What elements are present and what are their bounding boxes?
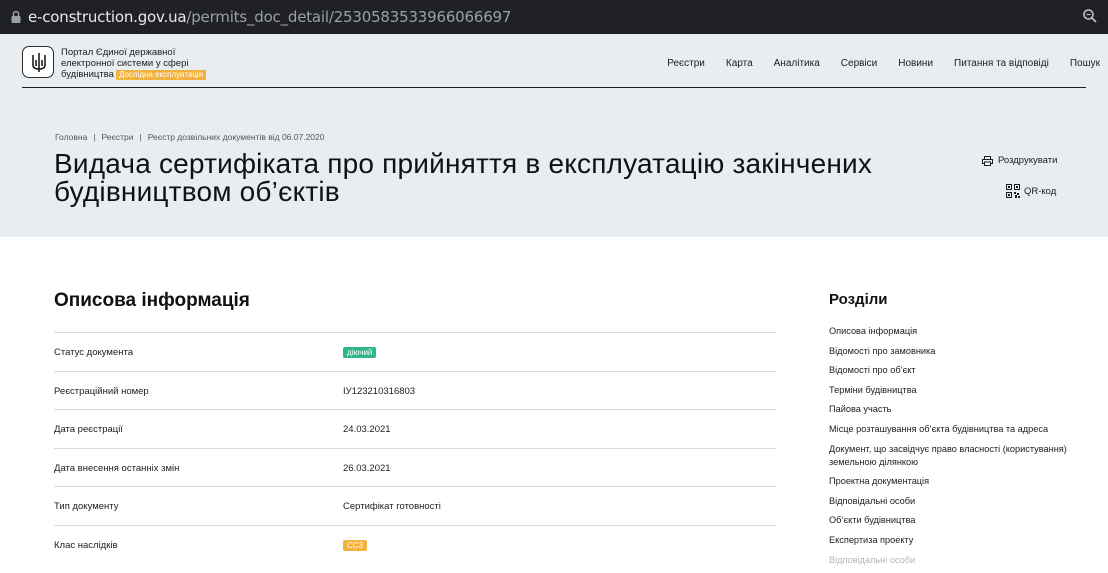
- row-value: СС3: [343, 539, 368, 551]
- portal-line-1: Портал Єдиної державної: [61, 47, 176, 58]
- breadcrumb: Головна | Реєстри | Реєстр дозвільних докуме…: [55, 132, 325, 142]
- toc-item[interactable]: Відповідальні особи: [829, 554, 1074, 567]
- class-badge: СС3: [343, 539, 368, 551]
- qr-code-label: QR-код: [1024, 185, 1057, 197]
- qr-code-button[interactable]: QR-код: [1006, 184, 1056, 198]
- table-row: Дата внесення останніх змін 26.03.2021: [54, 447, 776, 487]
- row-label: Статус документа: [54, 347, 133, 358]
- row-value: діючий: [343, 347, 377, 358]
- url-path: /permits_doc_detail/2530583533966066697: [186, 8, 512, 26]
- print-button[interactable]: Роздрукувати: [982, 155, 1057, 166]
- nav-search[interactable]: Пошук: [1070, 58, 1100, 69]
- nav-faq[interactable]: Питання та відповіді: [954, 58, 1049, 69]
- row-label: Клас наслідків: [54, 539, 118, 551]
- toc-item[interactable]: Описова інформація: [829, 325, 1074, 338]
- url-text[interactable]: e-construction.gov.ua/permits_doc_detail…: [28, 8, 511, 26]
- page-title: Видача сертифіката про прийняття в експл…: [54, 148, 873, 207]
- toc-item[interactable]: Відповідальні особи: [829, 495, 1074, 508]
- table-row: Статус документа діючий: [54, 332, 776, 371]
- row-label: Реєстраційний номер: [54, 385, 149, 397]
- nav-map[interactable]: Карта: [726, 58, 753, 69]
- main-nav: Реєстри Карта Аналітика Сервіси Новини П…: [667, 58, 1100, 69]
- toc-item[interactable]: Відомості про об’єкт: [829, 364, 1074, 377]
- breadcrumb-registries[interactable]: Реєстри: [102, 132, 134, 142]
- table-row: Тип документу Сертифікат готовності: [54, 486, 776, 525]
- toc-list: Описова інформація Відомості про замовни…: [829, 325, 1074, 573]
- toc-item[interactable]: Терміни будівництва: [829, 384, 1074, 397]
- table-row: Дата реєстрації 24.03.2021: [54, 409, 776, 448]
- breadcrumb-home[interactable]: Головна: [55, 132, 87, 142]
- trident-icon: [32, 53, 46, 72]
- row-value: 26.03.2021: [343, 462, 391, 474]
- row-value: Сертифікат готовності: [343, 501, 441, 512]
- nav-news[interactable]: Новини: [898, 58, 933, 69]
- row-label: Тип документу: [54, 501, 119, 512]
- row-value: 24.03.2021: [343, 424, 391, 435]
- toc-item[interactable]: Місце розташування об’єкта будівництва т…: [829, 423, 1074, 436]
- portal-line-3: будівництва: [61, 69, 114, 80]
- toc-item[interactable]: Відомості про замовника: [829, 345, 1074, 358]
- status-badge: діючий: [343, 347, 377, 358]
- beta-badge: Дослідна експлуатація: [115, 70, 207, 80]
- page-header: Портал Єдиної державної електронної сист…: [0, 34, 1108, 237]
- qr-code-icon: [1006, 184, 1020, 198]
- printer-icon: [982, 155, 993, 166]
- row-label: Дата внесення останніх змін: [54, 462, 180, 474]
- toc-item[interactable]: Об’єкти будівництва: [829, 514, 1074, 527]
- breadcrumb-current[interactable]: Реєстр дозвільних документів від 06.07.2…: [148, 132, 325, 142]
- section-title: Описова інформація: [54, 290, 250, 311]
- nav-registries[interactable]: Реєстри: [667, 58, 705, 69]
- toc-title: Розділи: [829, 291, 888, 308]
- row-value: ІУ123210316803: [343, 385, 416, 397]
- nav-analytics[interactable]: Аналітика: [774, 58, 820, 69]
- portal-name: Портал Єдиної державної електронної сист…: [61, 47, 207, 80]
- row-label: Дата реєстрації: [54, 424, 123, 435]
- toc-item[interactable]: Експертиза проекту: [829, 534, 1074, 547]
- print-label: Роздрукувати: [998, 155, 1058, 166]
- toc-item[interactable]: Пайова участь: [829, 403, 1074, 416]
- toc-item[interactable]: Документ, що засвідчує право власності (…: [829, 443, 1074, 469]
- toc-item[interactable]: Проектна документація: [829, 475, 1074, 488]
- url-host: e-construction.gov.ua: [28, 8, 187, 26]
- trident-logo[interactable]: [22, 46, 54, 78]
- zoom-icon[interactable]: [1082, 8, 1098, 24]
- nav-services[interactable]: Сервіси: [841, 58, 877, 69]
- info-table: Статус документа діючий Реєстраційний но…: [54, 332, 776, 563]
- lock-icon: [11, 10, 21, 23]
- portal-line-2: електронної системи у сфері: [61, 58, 189, 69]
- header-divider: [22, 87, 1086, 88]
- table-row: Клас наслідків СС3: [54, 524, 776, 564]
- browser-address-bar[interactable]: e-construction.gov.ua/permits_doc_detail…: [0, 0, 1108, 34]
- table-row: Реєстраційний номер ІУ123210316803: [54, 370, 776, 410]
